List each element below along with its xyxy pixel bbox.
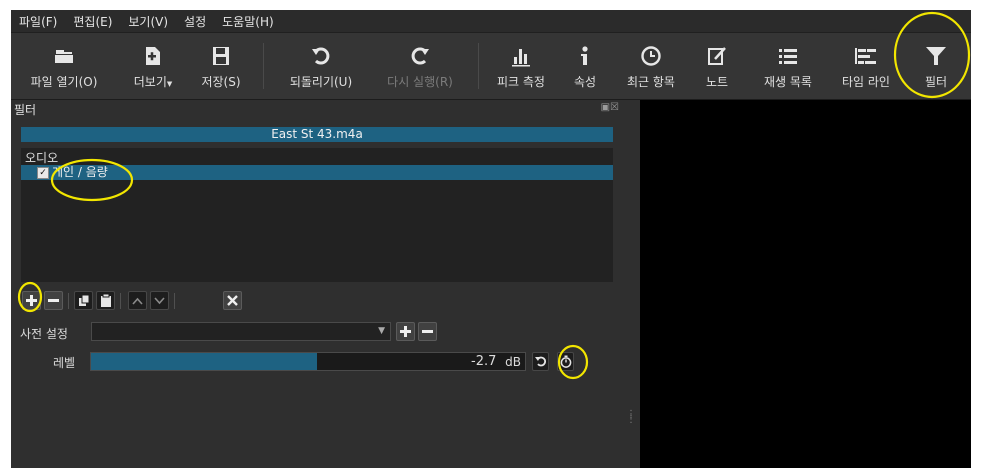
undo-icon	[535, 356, 546, 367]
redo-icon	[409, 43, 431, 69]
plus-icon	[400, 326, 411, 337]
save-button[interactable]: 저장(S)	[190, 33, 252, 99]
copy-icon	[78, 294, 89, 306]
redo-label: 다시 실행(R)	[387, 75, 453, 89]
level-slider-fill	[91, 353, 317, 370]
level-label: 레벨	[53, 356, 76, 370]
dropdown-arrow-icon: ▼	[166, 80, 173, 88]
current-clip-name: East St 43.m4a	[21, 127, 613, 142]
filter-name: 게인 / 음량	[52, 165, 108, 179]
deselect-filter-button[interactable]	[223, 291, 242, 310]
filters-panel-header: 필터 ▣☒	[11, 100, 623, 118]
minus-icon	[48, 299, 59, 302]
preset-dropdown[interactable]: ▼	[91, 322, 391, 341]
playlist-button[interactable]: 재생 목록	[751, 33, 825, 99]
more-label: 더보기	[133, 75, 167, 89]
level-unit: dB	[505, 355, 521, 369]
window-top-edge	[11, 0, 31, 13]
menu-view[interactable]: 보기(V)	[120, 13, 176, 30]
toolbar-divider	[120, 293, 121, 309]
video-player-area	[640, 100, 971, 468]
menu-help[interactable]: 도움말(H)	[214, 13, 282, 30]
more-button[interactable]: 더보기▼	[124, 33, 182, 99]
filter-list[interactable]: 오디오 ✓ 게인 / 음량	[21, 148, 613, 282]
copy-filters-button[interactable]	[74, 291, 93, 310]
reset-level-button[interactable]	[532, 352, 549, 371]
properties-button[interactable]: 속성	[563, 33, 607, 99]
save-icon	[211, 43, 231, 69]
redo-button[interactable]: 다시 실행(R)	[373, 33, 467, 99]
recent-label: 최근 항목	[627, 75, 675, 89]
filter-list-item[interactable]: ✓ 게인 / 음량	[21, 165, 613, 180]
dropdown-arrow-icon: ▼	[378, 326, 385, 336]
timeline-icon	[853, 43, 879, 69]
keyframe-button[interactable]	[557, 352, 574, 371]
remove-filter-button[interactable]	[44, 291, 63, 310]
stopwatch-icon	[560, 355, 571, 368]
paste-filters-button[interactable]	[96, 291, 115, 310]
menu-file[interactable]: 파일(F)	[11, 13, 65, 30]
audio-section-header: 오디오	[25, 151, 59, 165]
filters-toolbar-button[interactable]: 필터	[908, 33, 964, 99]
add-document-icon	[143, 43, 163, 69]
clock-icon	[640, 43, 662, 69]
filter-enabled-checkbox[interactable]: ✓	[37, 167, 49, 179]
move-up-button[interactable]	[128, 291, 147, 310]
toolbar-divider	[263, 43, 264, 89]
shotcut-window: 파일(F) 편집(E) 보기(V) 설정 도움말(H) 파일 열기(O) 더보기…	[11, 10, 971, 468]
undo-icon	[310, 43, 332, 69]
playlist-icon	[777, 43, 799, 69]
filter-icon	[924, 43, 948, 69]
playlist-label: 재생 목록	[764, 75, 812, 89]
peak-meter-button[interactable]: 피크 측정	[486, 33, 556, 99]
level-slider[interactable]: -2.7 dB	[90, 352, 526, 371]
add-filter-button[interactable]	[22, 291, 41, 310]
move-down-button[interactable]	[150, 291, 169, 310]
notes-label: 노트	[705, 75, 729, 89]
panel-title: 필터	[14, 103, 37, 117]
note-icon	[706, 43, 728, 69]
paste-icon	[100, 294, 111, 307]
filters-toolbar-label: 필터	[924, 75, 948, 89]
panel-resize-handle[interactable]: ⋮ ⋮	[626, 410, 636, 425]
toolbar-divider	[68, 293, 69, 309]
toolbar-divider	[174, 293, 175, 309]
timeline-button[interactable]: 타임 라인	[826, 33, 906, 99]
peak-meter-icon	[511, 43, 531, 69]
float-panel-icon[interactable]: ▣	[601, 102, 610, 113]
delete-preset-button[interactable]	[418, 322, 437, 341]
menu-edit[interactable]: 편집(E)	[65, 13, 120, 30]
save-label: 저장(S)	[201, 75, 241, 89]
properties-label: 속성	[573, 75, 597, 89]
open-file-label: 파일 열기(O)	[30, 75, 98, 89]
chevron-down-icon	[154, 296, 165, 304]
minus-icon	[422, 330, 433, 333]
chevron-up-icon	[132, 297, 143, 305]
notes-button[interactable]: 노트	[695, 33, 739, 99]
close-icon	[227, 295, 238, 306]
main-toolbar: 파일 열기(O) 더보기▼ 저장(S) 되돌리기(U) 다시 실행(R) 피크 …	[11, 33, 971, 100]
timeline-label: 타임 라인	[842, 75, 890, 89]
undo-button[interactable]: 되돌리기(U)	[271, 33, 371, 99]
save-preset-button[interactable]	[396, 322, 415, 341]
menu-bar: 파일(F) 편집(E) 보기(V) 설정 도움말(H)	[11, 10, 971, 33]
undo-label: 되돌리기(U)	[289, 75, 353, 89]
menu-settings[interactable]: 설정	[176, 13, 214, 30]
level-value[interactable]: -2.7	[471, 354, 496, 369]
peak-meter-label: 피크 측정	[497, 75, 545, 89]
toolbar-divider	[478, 43, 479, 89]
open-file-button[interactable]: 파일 열기(O)	[13, 33, 115, 99]
folder-icon	[53, 43, 75, 69]
preset-label: 사전 설정	[20, 327, 68, 341]
recent-button[interactable]: 최근 항목	[616, 33, 686, 99]
plus-icon	[26, 295, 37, 306]
close-panel-icon[interactable]: ☒	[610, 102, 619, 113]
info-icon	[578, 43, 592, 69]
